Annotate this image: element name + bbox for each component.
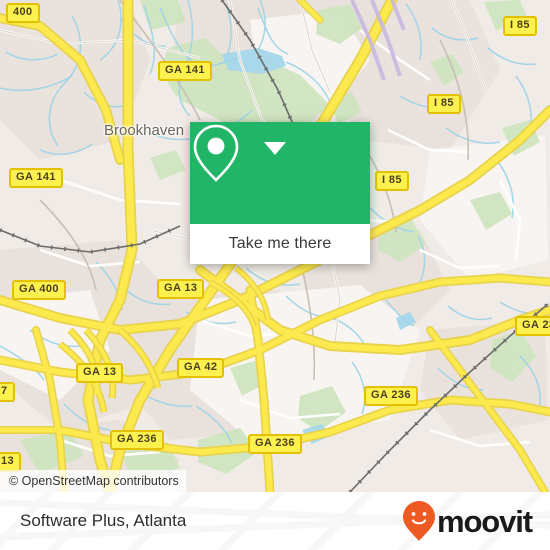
road-shield: GA 42 [177,358,225,378]
road-shield: I 85 [503,16,537,36]
road-shield: 13 [0,452,22,472]
take-me-there-label: Take me there [228,235,332,252]
osm-attribution[interactable]: © OpenStreetMap contributors [0,470,186,492]
road-shield: GA 13 [157,279,205,299]
road-shield: GA 236 [364,386,418,406]
road-shield: GA 13 [76,363,124,383]
moovit-wordmark: moovit [436,503,533,539]
road-shield: I 85 [375,171,409,191]
screenshot-root: Brookhaven 400 GA 141 I 85 I 85 GA 141 I… [0,0,550,550]
moovit-smiley-pin-icon [402,501,435,541]
moovit-brand[interactable]: moovit [402,500,533,542]
place-label-brookhaven: Brookhaven [104,122,185,139]
road-shield: GA 230 [515,316,550,336]
road-shield: GA 236 [110,430,164,450]
road-shield: 7 [0,382,15,402]
road-shield: GA 141 [9,168,63,188]
page-title: Software Plus, Atlanta [20,511,187,530]
footer-bar: Software Plus, Atlanta moovit [0,492,550,550]
popup-icon-area [190,122,370,224]
popup-tail-pointer [264,142,286,155]
map-canvas[interactable]: Brookhaven 400 GA 141 I 85 I 85 GA 141 I… [0,0,550,492]
popup-action-area[interactable]: Take me there [190,224,370,264]
road-shield: GA 141 [158,61,212,81]
map-pin-icon [193,124,239,182]
road-shield: GA 400 [12,280,66,300]
road-shield: I 85 [427,94,461,114]
road-shield: 400 [6,3,40,23]
road-shield: GA 236 [248,434,302,454]
